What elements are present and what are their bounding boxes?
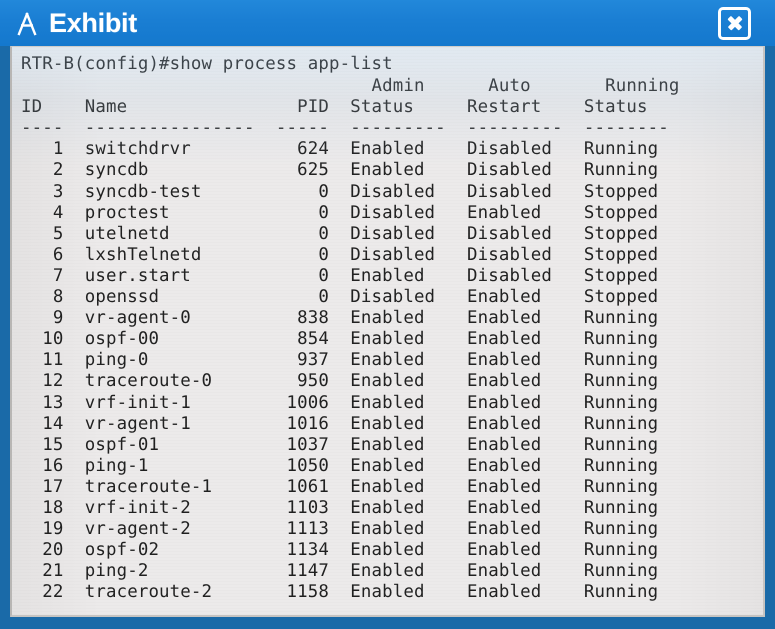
table-header: Admin Auto Running ID Name PID Status Re… — [21, 76, 680, 139]
exhibit-window: Exhibit RTR-B(config)#show process app-l… — [0, 0, 775, 629]
process-table-rows: 1 switchdrvr 624 Enabled Disabled Runnin… — [42, 139, 659, 603]
close-icon[interactable] — [718, 6, 751, 40]
window-title: Exhibit — [49, 8, 137, 38]
window-frame: RTR-B(config)#show process app-list Admi… — [0, 46, 775, 629]
titlebar-left-group: Exhibit — [14, 8, 718, 38]
terminal-output-pane[interactable]: RTR-B(config)#show process app-list Admi… — [10, 46, 765, 617]
command-line: RTR-B(config)#show process app-list — [21, 54, 393, 74]
easel-icon — [17, 11, 37, 36]
window-titlebar: Exhibit — [0, 0, 775, 46]
